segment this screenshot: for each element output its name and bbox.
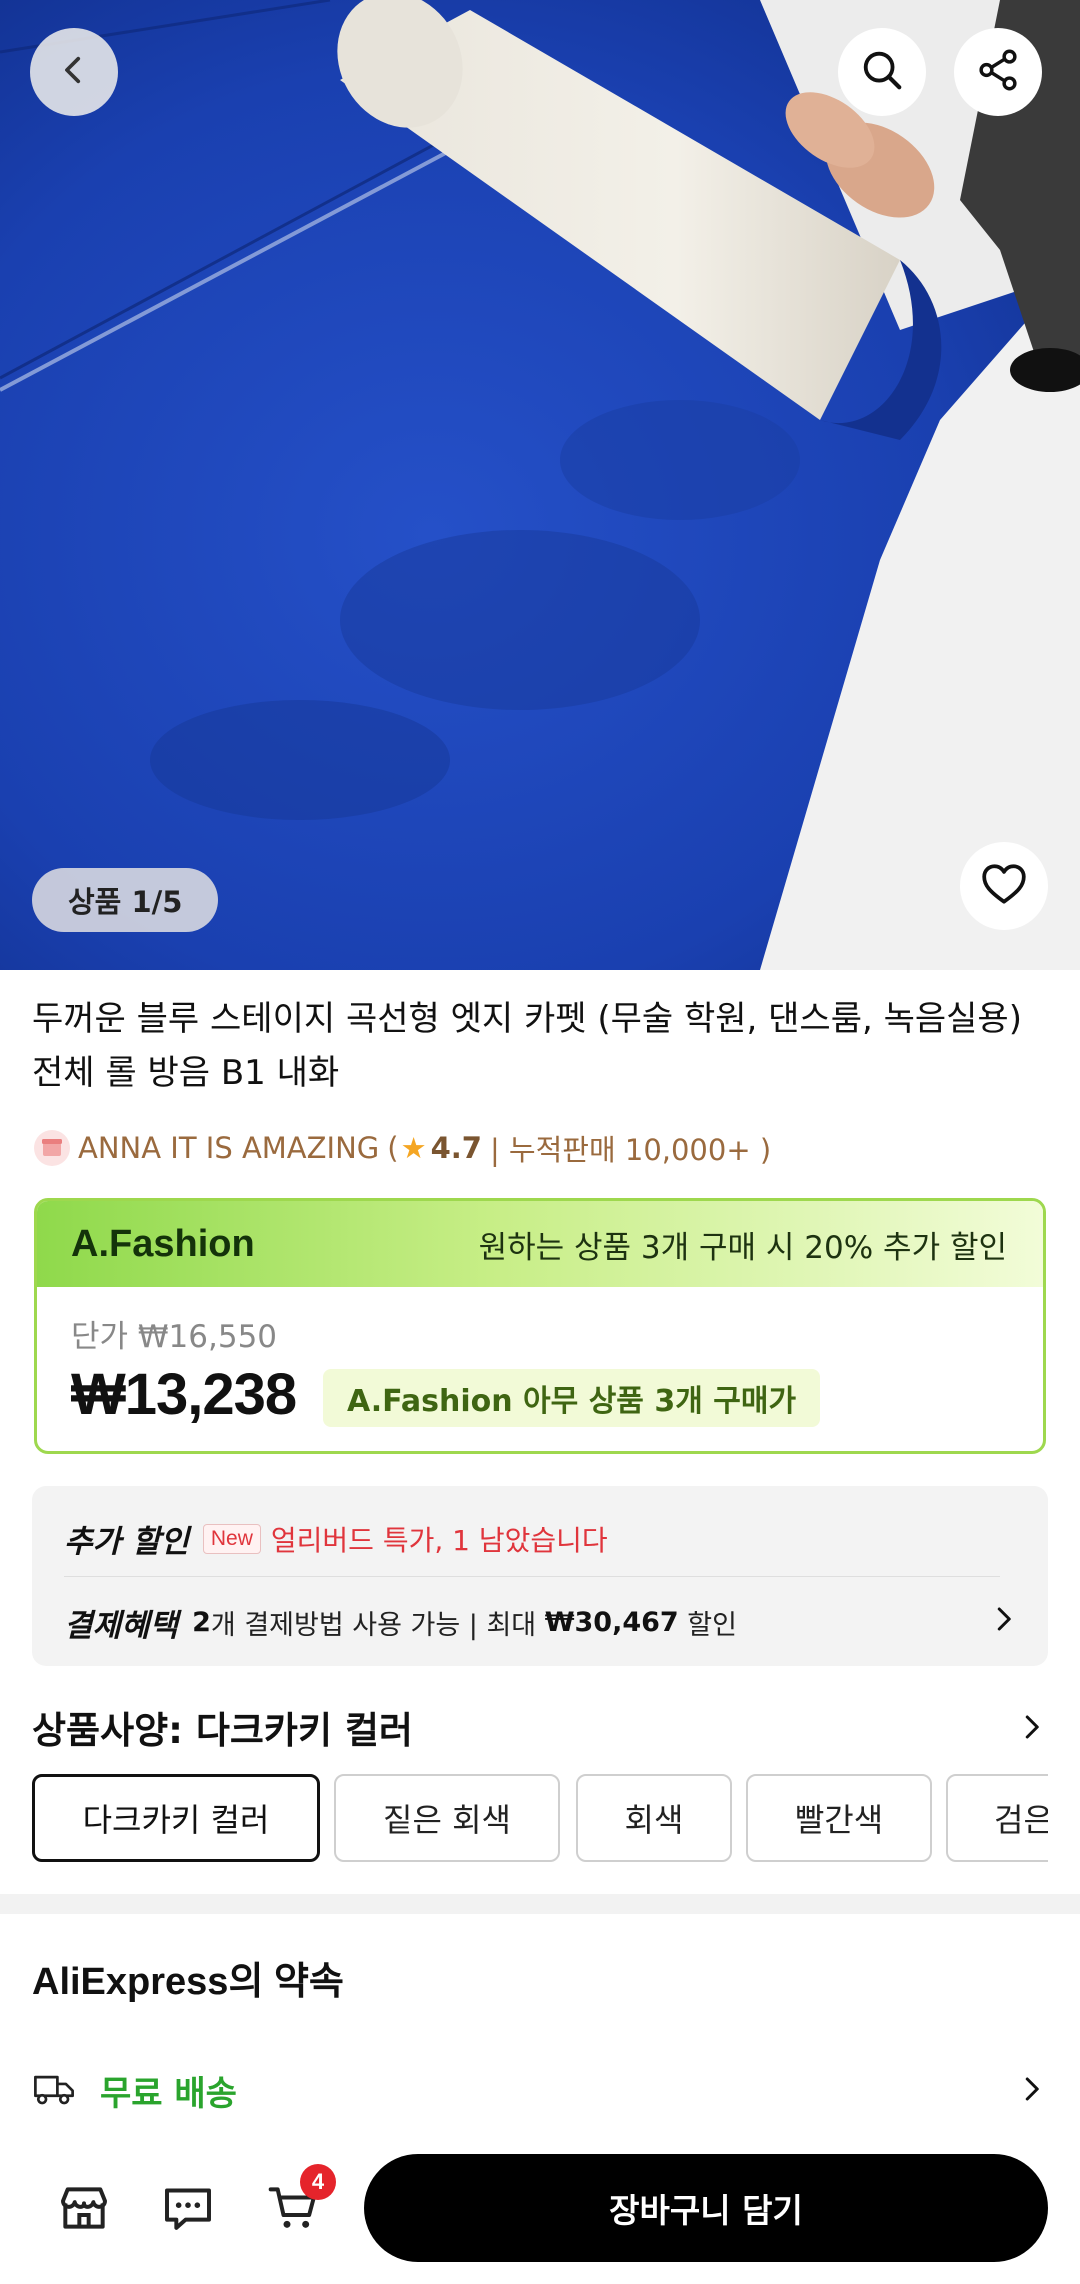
extra-discount-row: 추가 할인 New 얼리버드 특가, 1 남았습니다 <box>64 1516 608 1561</box>
new-badge: New <box>202 1523 261 1554</box>
cart-count-badge: 4 <box>300 2164 336 2200</box>
store-button[interactable] <box>52 2178 116 2242</box>
star-icon: ★ <box>400 1131 427 1165</box>
extra-discount-label: 추가 할인 <box>64 1524 189 1560</box>
unit-price: 단가 ₩16,550 <box>71 1319 278 1355</box>
back-button[interactable] <box>30 28 118 116</box>
promo-note: 원하는 상품 3개 구매 시 20% 추가 할인 <box>478 1229 1007 1266</box>
option-chip[interactable]: 짙은 회색 <box>334 1774 560 1862</box>
search-button[interactable] <box>838 28 926 116</box>
search-icon <box>859 47 905 97</box>
chat-icon <box>160 2180 216 2240</box>
sale-price: ₩13,238 <box>71 1362 297 1427</box>
spec-options: 다크카키 컬러 짙은 회색 회색 빨간색 검은 <box>32 1774 1048 1866</box>
free-shipping-row[interactable]: 무료 배송 <box>32 2066 1046 2115</box>
bottom-action-bar: 4 장바구니 담기 <box>0 2140 1080 2284</box>
promo-card[interactable]: A.Fashion 원하는 상품 3개 구매 시 20% 추가 할인 단가 ₩1… <box>34 1198 1046 1454</box>
price-tag: A.Fashion 아무 상품 3개 구매가 <box>323 1369 821 1427</box>
add-to-cart-button[interactable]: 장바구니 담기 <box>364 2154 1048 2262</box>
free-shipping-label: 무료 배송 <box>100 2074 237 2114</box>
payment-method-count: 2 <box>192 1607 211 1638</box>
benefits-panel[interactable]: 추가 할인 New 얼리버드 특가, 1 남았습니다 결제혜택 2 개 결제방법… <box>32 1486 1048 1666</box>
cart-button[interactable]: 4 <box>262 2164 336 2242</box>
section-divider <box>0 1894 1080 1914</box>
payment-suffix: 할인 <box>678 1610 737 1641</box>
option-chip[interactable]: 검은 <box>946 1774 1048 1862</box>
option-chip-selected[interactable]: 다크카키 컬러 <box>32 1774 320 1862</box>
option-chip[interactable]: 회색 <box>576 1774 732 1862</box>
chevron-right-icon <box>988 1604 1018 1641</box>
chevron-right-icon <box>1016 2074 1046 2108</box>
promo-brand: A.Fashion <box>71 1222 255 1265</box>
store-paren: ( <box>387 1131 399 1165</box>
truck-icon <box>32 2069 76 2113</box>
divider <box>64 1576 1000 1577</box>
store-sales: | 누적판매 10,000+ ) <box>489 1133 772 1167</box>
chevron-right-icon[interactable] <box>1016 1712 1046 1746</box>
store-rating: 4.7 <box>430 1131 482 1165</box>
back-icon <box>57 53 91 91</box>
image-counter: 상품 1/5 <box>32 868 219 932</box>
spec-title[interactable]: 상품사양: 다크카키 컬러 <box>32 1700 413 1754</box>
share-icon <box>975 47 1021 97</box>
option-chip[interactable]: 빨간색 <box>746 1774 932 1862</box>
product-title: 두꺼운 블루 스테이지 곡선형 엣지 카펫 (무술 학원, 댄스룸, 녹음실용)… <box>32 999 1022 1093</box>
early-bird-text: 얼리버드 특가, 1 남았습니다 <box>270 1523 608 1557</box>
store-badge-icon <box>32 1128 72 1168</box>
product-photo <box>0 0 1080 970</box>
heart-icon <box>979 859 1029 913</box>
store-icon <box>56 2180 112 2240</box>
chat-button[interactable] <box>156 2178 220 2242</box>
store-name[interactable]: ANNA IT IS AMAZING <box>78 1131 379 1165</box>
store-info[interactable]: ANNA IT IS AMAZING ( ★ 4.7 | 누적판매 10,000… <box>32 1124 771 1172</box>
share-button[interactable] <box>954 28 1042 116</box>
product-image-gallery[interactable]: 상품 1/5 <box>0 0 1080 970</box>
wishlist-button[interactable] <box>960 842 1048 930</box>
payment-benefit-label: 결제혜택 <box>64 1608 179 1644</box>
payment-benefit-row[interactable]: 결제혜택 2 개 결제방법 사용 가능 | 최대 ₩30,467 할인 <box>64 1600 1018 1645</box>
payment-max-discount: ₩30,467 <box>544 1607 679 1638</box>
payment-text: 개 결제방법 사용 가능 | 최대 <box>210 1610 545 1641</box>
promise-title: AliExpress의 약속 <box>32 1961 344 2003</box>
promo-header: A.Fashion 원하는 상품 3개 구매 시 20% 추가 할인 <box>37 1201 1043 1287</box>
